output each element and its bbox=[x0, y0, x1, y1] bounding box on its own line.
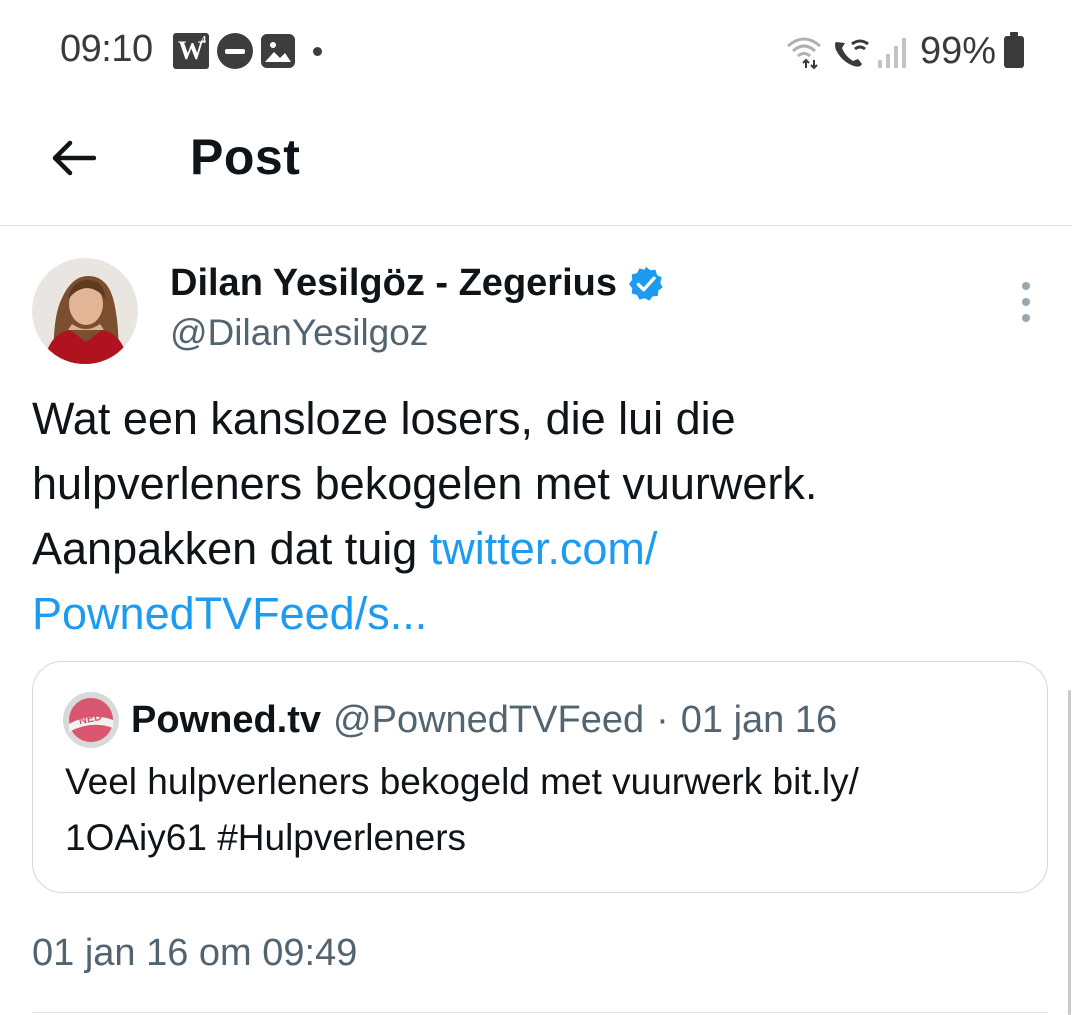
tweet-text-prefix: Aanpakken dat tuig bbox=[32, 523, 430, 574]
author-name-row: Dilan Yesilgöz - Zegerius bbox=[170, 262, 665, 305]
do-not-disturb-icon bbox=[217, 33, 253, 69]
author-handle[interactable]: @DilanYesilgoz bbox=[170, 312, 428, 354]
w-app-superscript: 4 bbox=[201, 35, 206, 46]
tweet-text: Wat een kansloze losers, die lui die hul… bbox=[32, 386, 1042, 646]
quoted-text-line: 1OAiy61 #Hulpverleners bbox=[65, 817, 467, 858]
more-dot bbox=[1022, 282, 1030, 290]
tweet-timestamp[interactable]: 01 jan 16 om 09:49 bbox=[32, 932, 357, 975]
quoted-date: 01 jan 16 bbox=[680, 698, 838, 741]
top-app-bar: Post bbox=[0, 100, 1072, 226]
back-button[interactable] bbox=[46, 130, 102, 186]
status-bar: 09:10 W 4 99% bbox=[0, 0, 1072, 100]
status-notification-icons: W 4 bbox=[173, 33, 322, 69]
quoted-author-handle: @PownedTVFeed bbox=[333, 698, 645, 741]
tweet-link-continuation[interactable]: PownedTVFeed/s... bbox=[32, 581, 1042, 646]
wifi-data-icon bbox=[786, 37, 821, 69]
author-avatar[interactable] bbox=[32, 258, 138, 364]
post-screen: 09:10 W 4 99% Post Dilan Yesilgöz - Zege… bbox=[0, 0, 1072, 1015]
tweet-text-line: hulpverleners bekogelen met vuurwerk. bbox=[32, 458, 818, 509]
scrollbar[interactable] bbox=[1068, 690, 1071, 1015]
quoted-separator: · bbox=[656, 698, 669, 741]
verified-badge-icon bbox=[628, 266, 663, 301]
quoted-tweet-header: NED Powned.tv @PownedTVFeed · 01 jan 16 bbox=[63, 692, 837, 748]
arrow-left-icon bbox=[52, 140, 96, 176]
more-dot bbox=[1022, 314, 1030, 322]
status-system-icons: 99% bbox=[784, 30, 1024, 73]
tweet-link[interactable]: twitter.com/ bbox=[430, 523, 658, 574]
tweet-text-line: Wat een kansloze losers, die lui die bbox=[32, 393, 736, 444]
wifi-calling-icon bbox=[834, 39, 869, 67]
tweet-text-line: Aanpakken dat tuig twitter.com/ bbox=[32, 516, 1042, 581]
author-name[interactable]: Dilan Yesilgöz - Zegerius bbox=[170, 262, 617, 305]
battery-icon bbox=[1004, 31, 1024, 68]
quoted-text-line: Veel hulpverleners bekogeld met vuurwerk… bbox=[65, 761, 859, 802]
more-dot bbox=[1022, 298, 1030, 306]
quoted-author-name: Powned.tv bbox=[131, 698, 322, 741]
battery-percent: 99% bbox=[919, 30, 996, 72]
quoted-author-avatar[interactable]: NED bbox=[63, 692, 119, 748]
quoted-tweet-text: Veel hulpverleners bekogeld met vuurwerk… bbox=[65, 754, 1025, 866]
status-time: 09:10 bbox=[60, 28, 153, 70]
divider bbox=[32, 1012, 1048, 1013]
notification-dot-icon bbox=[313, 46, 322, 56]
signal-icon bbox=[877, 37, 906, 68]
more-options-button[interactable] bbox=[1010, 282, 1042, 322]
image-icon bbox=[261, 34, 295, 68]
w-app-icon: W 4 bbox=[173, 33, 209, 69]
page-title: Post bbox=[190, 129, 301, 185]
quoted-tweet-card[interactable]: NED Powned.tv @PownedTVFeed · 01 jan 16 … bbox=[32, 661, 1048, 893]
